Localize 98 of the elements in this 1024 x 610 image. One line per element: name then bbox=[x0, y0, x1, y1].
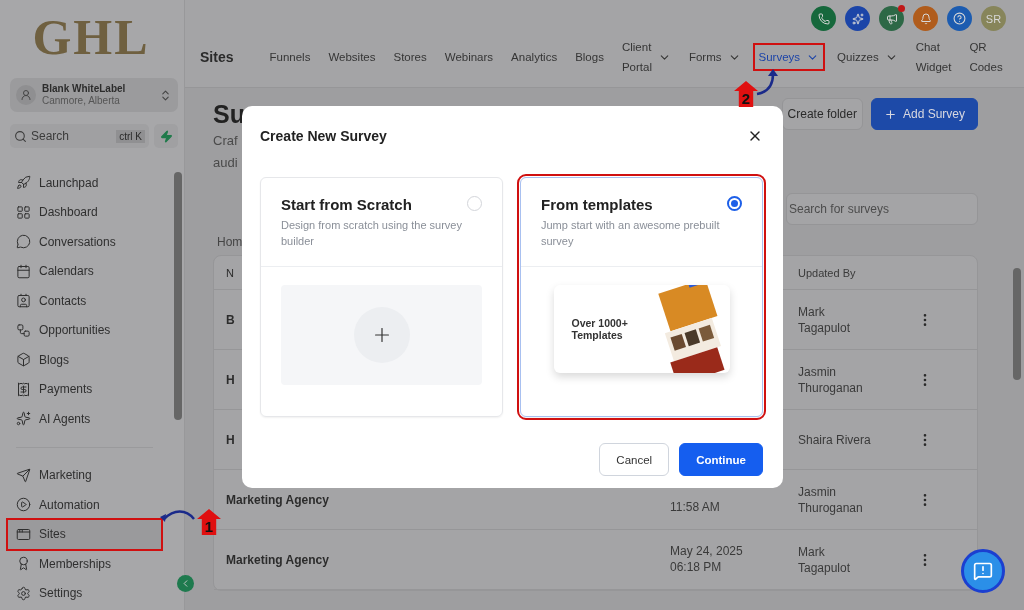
table-cell: Marketing Agency bbox=[226, 552, 329, 567]
grid-icon bbox=[16, 204, 31, 220]
shortcut-key: ctrl K bbox=[116, 129, 145, 143]
sidebar-item[interactable]: Payments bbox=[8, 374, 161, 404]
page-subtitle: audi bbox=[213, 154, 239, 172]
account-switcher[interactable]: Blank WhiteLabel Canmore, Alberta bbox=[10, 78, 178, 112]
table-cell-text: Mark Tagapulot bbox=[798, 543, 852, 576]
option-description: Jump start with an awesome prebuilt survey bbox=[541, 218, 721, 249]
sidebar-item[interactable]: AI Agents bbox=[8, 404, 161, 434]
cube-icon bbox=[16, 352, 31, 368]
user-icon bbox=[16, 85, 36, 105]
table-cell-text: 11:58 AM bbox=[670, 499, 721, 515]
create-folder-button[interactable]: Create folder bbox=[781, 98, 863, 130]
nav-tab[interactable]: QR Codes bbox=[963, 33, 1009, 81]
browser-window-icon bbox=[16, 526, 31, 542]
option-title: From templates bbox=[541, 196, 654, 213]
sidebar-item[interactable]: Opportunities bbox=[8, 315, 161, 345]
contact-card-icon bbox=[16, 293, 31, 309]
table-cell-text: Mark Tagapulot bbox=[798, 303, 852, 336]
continue-button[interactable]: Continue bbox=[679, 443, 763, 476]
sidebar-item[interactable]: Contacts bbox=[8, 286, 161, 316]
account-location: Canmore, Alberta bbox=[42, 95, 121, 107]
nav-tab[interactable]: Blogs bbox=[569, 43, 610, 71]
page-title: Su bbox=[213, 100, 245, 129]
preview-text: Over 1000+ Templates bbox=[571, 317, 629, 341]
radio-button[interactable] bbox=[727, 196, 742, 211]
rocket-icon bbox=[16, 175, 31, 191]
modal-title: Create New Survey bbox=[260, 128, 387, 144]
cancel-button[interactable]: Cancel bbox=[599, 443, 670, 476]
nav-tab[interactable]: Websites bbox=[322, 43, 382, 71]
nav-tab[interactable]: Client Portal bbox=[615, 33, 677, 81]
table-cell-text: Jasmin Thuroganan bbox=[798, 363, 864, 396]
bell-button[interactable] bbox=[913, 6, 938, 31]
sparkles-button[interactable] bbox=[845, 6, 870, 31]
phone-button[interactable] bbox=[811, 6, 836, 31]
help-button[interactable] bbox=[947, 6, 972, 31]
chat-bubble-icon bbox=[16, 234, 31, 250]
sidebar-item[interactable]: Sites bbox=[8, 519, 161, 549]
nav-tab[interactable]: Quizzes bbox=[831, 43, 904, 71]
award-icon bbox=[16, 556, 31, 572]
feedback-button[interactable] bbox=[961, 549, 1005, 593]
user-avatar[interactable]: SR bbox=[981, 6, 1006, 31]
play-circle-icon bbox=[16, 497, 31, 513]
option-title: Start from Scratch bbox=[281, 196, 413, 213]
nav-tab[interactable]: Analytics bbox=[505, 43, 564, 71]
nav-tab[interactable]: Stores bbox=[387, 43, 433, 71]
phone-icon bbox=[817, 12, 830, 25]
gear-icon bbox=[16, 585, 31, 601]
table-cell-text: Shaira Rivera bbox=[798, 431, 872, 448]
paper-plane-icon bbox=[16, 467, 31, 483]
lightning-button[interactable] bbox=[154, 124, 178, 148]
table-cell: H bbox=[226, 372, 235, 387]
search-icon bbox=[14, 129, 27, 143]
megaphone-icon bbox=[885, 12, 898, 25]
nav-tab[interactable]: Surveys bbox=[752, 43, 826, 71]
column-header: Updated By bbox=[798, 265, 857, 281]
bell-icon bbox=[919, 12, 932, 25]
receipt-icon bbox=[16, 381, 31, 397]
sidebar-item[interactable]: Settings bbox=[8, 578, 161, 608]
section-title: Sites bbox=[200, 49, 234, 65]
sidebar-item[interactable]: Automation bbox=[8, 490, 161, 520]
help-icon bbox=[953, 12, 966, 25]
table-cell: B bbox=[226, 312, 235, 327]
table-cell: H bbox=[226, 432, 235, 447]
page-subtitle: Craf bbox=[213, 132, 239, 150]
logo: GHL bbox=[31, 8, 151, 67]
account-name: Blank WhiteLabel bbox=[42, 83, 127, 95]
sidebar-item[interactable]: Calendars bbox=[8, 256, 161, 286]
sidebar-item[interactable]: Dashboard bbox=[8, 197, 161, 227]
table-cell-text: May 24, 2025 06:18 PM bbox=[670, 543, 744, 575]
calendar-icon bbox=[16, 263, 31, 279]
table-cell: Marketing Agency bbox=[226, 492, 329, 507]
sidebar-item[interactable]: Memberships bbox=[8, 549, 161, 579]
nav-tab[interactable]: Forms bbox=[682, 43, 747, 71]
sidebar-item[interactable]: Conversations bbox=[8, 227, 161, 257]
nav-tab[interactable]: Webinars bbox=[438, 43, 500, 71]
column-header: N bbox=[226, 266, 234, 279]
sidebar-item[interactable]: Launchpad bbox=[8, 168, 161, 198]
sparkles-icon bbox=[851, 12, 864, 25]
plus-icon bbox=[883, 107, 897, 121]
collapse-button[interactable] bbox=[177, 575, 194, 592]
option-card[interactable]: Start from Scratch Design from scratch using the survey builder bbox=[260, 177, 503, 417]
add-survey-button[interactable]: Add Survey bbox=[870, 98, 978, 130]
sparkles-icon bbox=[16, 411, 31, 427]
megaphone-button[interactable] bbox=[879, 6, 904, 31]
search-field[interactable]: Search ctrl K bbox=[10, 124, 149, 148]
sidebar-item[interactable]: Marketing bbox=[8, 460, 161, 490]
chat-alert-icon bbox=[973, 561, 993, 581]
table-cell-text: Jasmin Thuroganan bbox=[798, 483, 864, 516]
option-description: Design from scratch using the survey builder bbox=[281, 218, 463, 249]
search-field[interactable]: Search for surveys bbox=[786, 193, 978, 225]
nav-tab[interactable]: Chat Widget bbox=[909, 33, 958, 81]
chevron-updown-icon bbox=[159, 88, 172, 102]
sidebar-item[interactable]: Blogs bbox=[8, 345, 161, 375]
nav-tab[interactable]: Funnels bbox=[263, 43, 317, 71]
lightning-icon bbox=[159, 129, 173, 143]
network-icon bbox=[16, 322, 31, 338]
option-card[interactable]: From templates Jump start with an awesome prebuilt survey Over 1000+ Templates bbox=[520, 177, 763, 417]
